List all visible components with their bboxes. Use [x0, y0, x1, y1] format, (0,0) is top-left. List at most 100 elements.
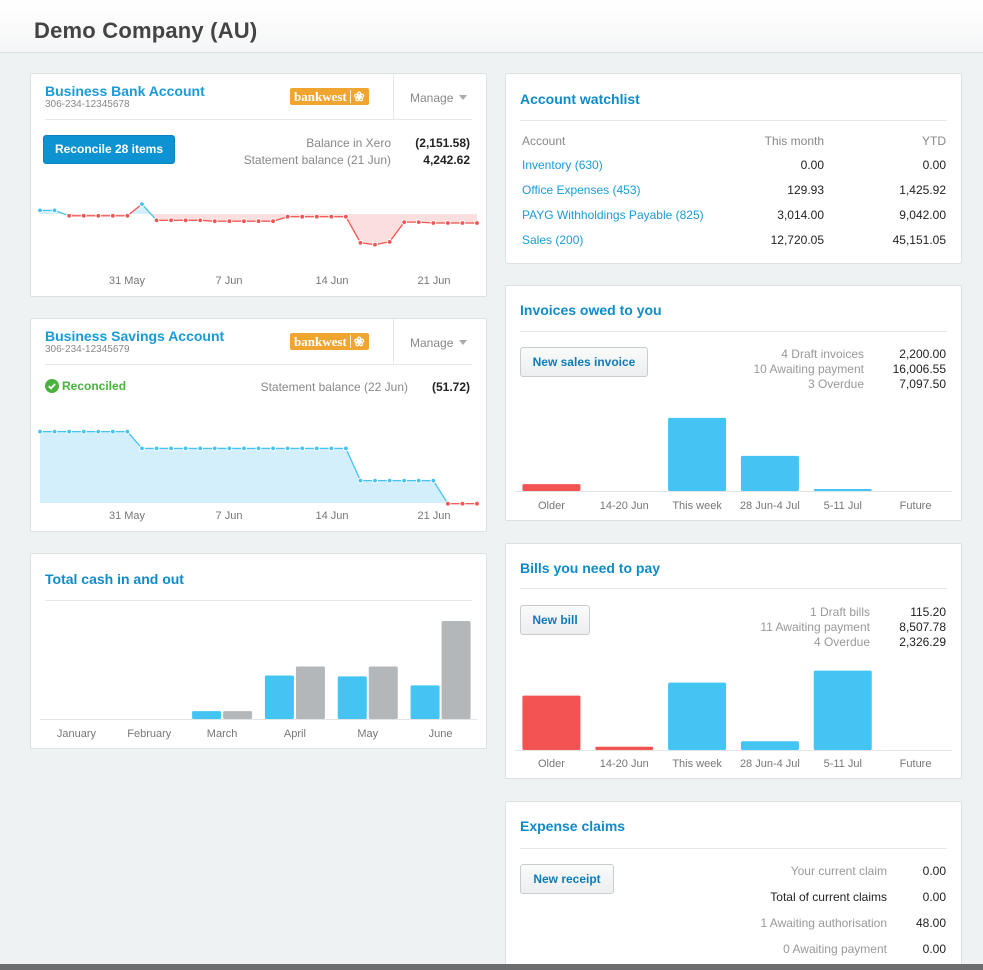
bankwest-emblem-icon: ❀	[353, 89, 365, 104]
data-point	[139, 201, 145, 208]
watchlist-this-month: 3,014.00	[777, 208, 824, 222]
data-point	[386, 239, 393, 245]
watchlist-account-link[interactable]: Inventory (630)	[522, 158, 603, 172]
data-point	[109, 212, 116, 219]
summary-value: 8,507.78	[899, 620, 946, 634]
data-point	[37, 428, 43, 435]
bar-cash-out	[295, 666, 325, 719]
data-point	[66, 428, 73, 435]
x-tick-label: March	[207, 728, 238, 740]
bankwest-logo: bankwest ❀	[290, 88, 369, 105]
negative-area	[40, 214, 477, 245]
watchlist-this-month: 12,720.05	[770, 233, 824, 247]
data-point	[66, 212, 73, 219]
divider	[45, 364, 472, 365]
x-tick-label: 21 Jun	[417, 510, 450, 522]
x-tick-label: 14-20 Jun	[600, 500, 649, 512]
savings-account-title[interactable]: Business Savings Account	[45, 328, 224, 344]
watchlist-account-link[interactable]: Sales (200)	[522, 233, 583, 247]
bar	[668, 417, 727, 491]
data-point	[415, 477, 422, 484]
data-point	[226, 445, 233, 452]
invoices-chart: Older 14-20 Jun This week 28 Jun-4 Jul 5-11 …	[515, 417, 952, 512]
divider	[520, 331, 947, 332]
statement-balance-value: (51.72)	[431, 380, 470, 394]
bills-panel: Bills you need to pay New bill 1 Draft b…	[505, 543, 962, 779]
divider	[520, 120, 947, 121]
watchlist-account-link[interactable]: PAYG Withholdings Payable (825)	[522, 208, 704, 222]
data-point	[415, 219, 422, 225]
bar-cash-out	[441, 620, 471, 719]
data-point	[241, 445, 247, 452]
data-point	[95, 212, 102, 219]
data-point	[153, 445, 160, 452]
positive-area	[40, 431, 477, 503]
x-tick-label: 14 Jun	[315, 510, 348, 522]
divider	[520, 588, 947, 589]
data-point	[357, 477, 364, 484]
watchlist-title: Account watchlist	[520, 91, 640, 107]
watchlist-ytd: 45,151.05	[892, 233, 946, 247]
data-point	[444, 220, 451, 226]
data-point	[211, 445, 218, 452]
cash-in-out-title: Total cash in and out	[45, 571, 184, 587]
data-point	[255, 445, 262, 452]
data-point	[124, 428, 131, 435]
x-tick-label: January	[57, 728, 97, 740]
summary-value: 2,200.00	[899, 347, 946, 361]
bar-cash-in	[410, 685, 440, 719]
savings-account-number: 306-234-12345679	[45, 344, 130, 355]
new-bill-button[interactable]: New bill	[520, 605, 590, 635]
data-point	[343, 445, 349, 452]
summary-value: 2,326.29	[899, 635, 946, 649]
new-receipt-button[interactable]: New receipt	[520, 864, 614, 894]
x-tick-label: 21 Jun	[417, 275, 450, 287]
data-point	[168, 445, 175, 452]
summary-value: 7,097.50	[899, 377, 946, 391]
x-tick-label: 31 May	[109, 510, 146, 522]
savings-account-panel: Business Savings Account 306-234-1234567…	[30, 318, 487, 532]
summary-label: 1 Awaiting authorisation	[760, 916, 887, 930]
watchlist-account-link[interactable]: Office Expenses (453)	[522, 183, 641, 197]
summary-label: 4 Overdue	[813, 635, 870, 649]
x-tick-label: This week	[672, 758, 722, 770]
data-point	[270, 445, 276, 452]
cash-in-out-chart: January February March April May June	[40, 620, 477, 740]
data-point	[95, 428, 102, 435]
bank-account-panel: Business Bank Account 306-234-12345678 b…	[30, 73, 487, 297]
data-point	[124, 212, 131, 219]
manage-dropdown[interactable]: Manage	[393, 319, 486, 364]
bottom-scrollbar[interactable]	[0, 964, 983, 970]
data-point	[284, 213, 291, 220]
data-point	[299, 213, 306, 220]
data-point	[474, 220, 480, 226]
bank-account-number: 306-234-12345678	[45, 99, 130, 110]
bills-title: Bills you need to pay	[520, 560, 661, 576]
summary-value: 0.00	[922, 890, 946, 904]
data-point	[182, 217, 189, 224]
data-point	[153, 217, 160, 224]
reconcile-button[interactable]: Reconcile 28 items	[43, 135, 175, 164]
manage-dropdown[interactable]: Manage	[393, 74, 486, 119]
x-tick-label: Future	[900, 758, 932, 770]
caret-down-icon	[459, 340, 468, 345]
summary-label: 10 Awaiting payment	[753, 362, 864, 376]
watchlist-this-month: 0.00	[800, 158, 824, 172]
data-point	[430, 220, 437, 226]
x-tick-label: Older	[538, 758, 565, 770]
x-tick-label: June	[429, 728, 453, 740]
caret-down-icon	[459, 95, 468, 100]
data-point	[197, 445, 204, 452]
divider	[45, 119, 472, 120]
data-point	[51, 207, 58, 214]
bar-cash-out	[368, 666, 398, 719]
data-point	[313, 213, 320, 220]
x-tick-label: April	[284, 728, 306, 740]
x-tick-label: February	[127, 728, 172, 740]
savings-balance-chart: 31 May 7 Jun 14 Jun 21 Jun	[37, 428, 480, 522]
x-tick-label: 28 Jun-4 Jul	[740, 758, 800, 770]
bank-account-title[interactable]: Business Bank Account	[45, 83, 205, 99]
summary-value: 16,006.55	[892, 362, 946, 376]
new-sales-invoice-button[interactable]: New sales invoice	[520, 347, 648, 377]
bar	[740, 455, 799, 491]
